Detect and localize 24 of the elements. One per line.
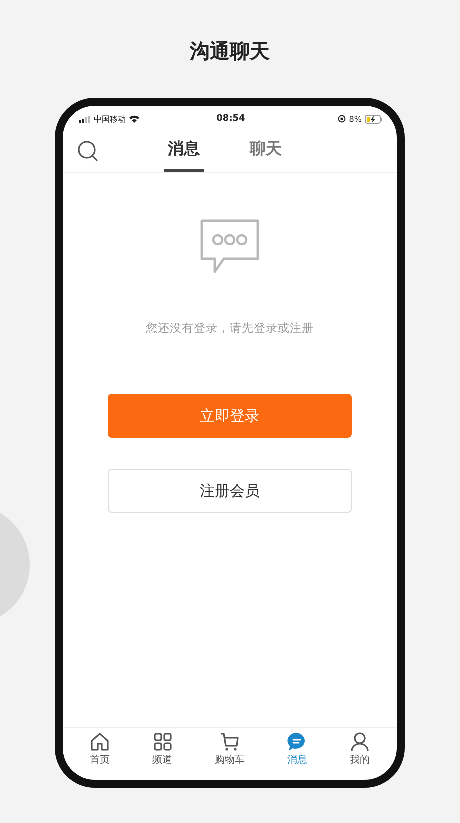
login-prompt: 您还没有登录，请先登录或注册 xyxy=(146,321,314,336)
wifi-icon xyxy=(129,115,140,123)
user-icon xyxy=(350,732,370,752)
tab[interactable]: 消息 xyxy=(164,133,204,172)
search-icon[interactable] xyxy=(77,140,99,162)
grid-icon xyxy=(152,732,173,752)
chat-bubble-icon xyxy=(199,219,261,275)
carrier-name: 中国移动 xyxy=(94,114,126,124)
nav-item[interactable]: 购物车 xyxy=(212,728,247,774)
status-time: 08:54 xyxy=(216,114,246,124)
register-button[interactable]: 注册会员 xyxy=(108,469,352,513)
nav-item[interactable]: 首页 xyxy=(88,728,112,774)
battery-icon xyxy=(365,114,383,124)
page-title: 沟通聊天 xyxy=(190,38,270,65)
tab[interactable]: 聊天 xyxy=(246,133,286,172)
message-icon xyxy=(287,732,308,752)
signal-icon xyxy=(79,116,91,122)
cart-icon xyxy=(220,732,240,752)
lock-rotation-icon xyxy=(338,115,346,123)
battery-percent: 8% xyxy=(349,114,362,124)
nav-item[interactable]: 频道 xyxy=(150,728,175,774)
nav-item[interactable]: 消息 xyxy=(285,728,310,774)
home-icon xyxy=(90,732,110,752)
nav-item[interactable]: 我的 xyxy=(348,728,372,774)
